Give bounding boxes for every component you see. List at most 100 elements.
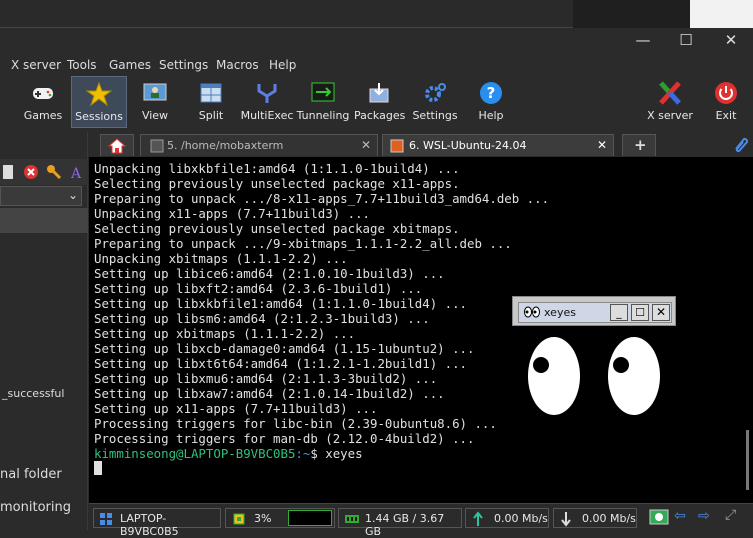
terminal-line: Setting up libxmu6:amd64 (2:1.1.3-3build…	[94, 371, 438, 386]
packages-button[interactable]: Packages	[354, 76, 406, 128]
settings-label: Settings	[412, 109, 458, 122]
power-icon	[715, 82, 737, 104]
status-download[interactable]: 0.00 Mb/s	[553, 508, 637, 528]
sessions-label: Sessions	[75, 110, 123, 123]
close-icon[interactable]: ✕	[597, 138, 607, 152]
expand-icon[interactable]: ⤢	[725, 507, 736, 523]
view-icon	[143, 83, 167, 101]
menu-settings[interactable]: Settings	[159, 58, 208, 72]
tab-wsl-ubuntu-label: 6. WSL-Ubuntu-24.04	[409, 139, 527, 152]
multiexec-icon	[257, 84, 277, 103]
delete-icon[interactable]	[23, 164, 39, 180]
chevron-down-icon: ⌄	[67, 188, 78, 202]
split-label: Split	[198, 109, 224, 122]
view-button[interactable]: View	[134, 76, 176, 128]
menu-macros[interactable]: Macros	[216, 58, 259, 72]
status-cpu[interactable]: 3%	[225, 508, 335, 528]
xeyes-close-button[interactable]: ✕	[652, 304, 670, 321]
terminal-line: Setting up libxkbfile1:amd64 (1:1.1.0-1b…	[94, 296, 467, 311]
games-button[interactable]: Games	[20, 76, 66, 128]
sidebar-item-monitoring[interactable]: monitoring	[0, 500, 71, 515]
memory-icon	[345, 515, 359, 523]
arrow-left-icon[interactable]: ⇦	[674, 508, 686, 524]
xserver-label: X server	[647, 109, 693, 122]
sessions-button[interactable]: Sessions	[71, 76, 127, 128]
download-icon	[561, 512, 571, 527]
key-icon[interactable]	[46, 164, 62, 180]
wsl-tab-icon	[390, 139, 404, 153]
tunneling-label: Tunneling	[296, 109, 350, 122]
background-window-white	[690, 0, 753, 28]
new-tab-button[interactable]: +	[622, 134, 656, 156]
terminal-line: Setting up libsm6:amd64 (2:1.2.3-1build3…	[94, 311, 430, 326]
xeyes-titlebar[interactable]: xeyes _ ☐ ✕	[512, 296, 676, 326]
xserver-button[interactable]: X server	[646, 76, 694, 128]
terminal-tab-icon	[150, 139, 164, 153]
menu-xserver[interactable]: X server	[11, 58, 61, 72]
home-icon	[108, 138, 126, 154]
xeyes-minimize-button[interactable]: _	[610, 304, 628, 321]
settings-button[interactable]: Settings	[412, 76, 458, 128]
xeyes-eyes	[521, 330, 667, 422]
tab-home[interactable]	[100, 134, 134, 156]
sidebar-item-successful[interactable]: _successful	[2, 387, 64, 400]
menu-help[interactable]: Help	[269, 58, 296, 72]
terminal-line: Setting up libxcb-damage0:amd64 (1.15-1u…	[94, 341, 475, 356]
xeyes-window[interactable]: xeyes _ ☐ ✕	[512, 296, 676, 426]
xeyes-title: xeyes	[544, 306, 576, 319]
tab-mobaxterm[interactable]: 5. /home/mobaxterm ✕	[140, 134, 378, 156]
sidebar: A ⌄ _successful nal folder monitoring	[0, 132, 88, 530]
xeyes-maximize-button[interactable]: ☐	[631, 304, 649, 321]
terminal-scrollbar[interactable]	[746, 430, 749, 490]
background-window	[0, 0, 573, 28]
split-button[interactable]: Split	[190, 76, 232, 128]
menu-tools[interactable]: Tools	[67, 58, 97, 72]
file-icon[interactable]	[2, 164, 14, 180]
minimize-button[interactable]: —	[623, 28, 663, 52]
cpu-graph	[288, 510, 332, 526]
upload-icon	[473, 511, 483, 526]
status-memory[interactable]: 1.44 GB / 3.67 GB	[338, 508, 462, 538]
arrow-right-icon[interactable]: ⇨	[698, 508, 710, 524]
exit-button[interactable]: Exit	[708, 76, 744, 128]
menu-games[interactable]: Games	[109, 58, 151, 72]
status-memory-label: 1.44 GB / 3.67 GB	[365, 512, 445, 538]
games-label: Games	[23, 109, 63, 122]
close-window-button[interactable]: ✕	[711, 28, 751, 52]
plus-icon: +	[634, 136, 647, 154]
view-label: View	[141, 109, 169, 122]
terminal-line: Selecting previously unselected package …	[94, 176, 460, 191]
maximize-button[interactable]: ☐	[666, 28, 706, 52]
sidebar-selected-row[interactable]	[0, 208, 88, 233]
terminal-line: Setting up libxaw7:amd64 (2:1.0.14-1buil…	[94, 386, 445, 401]
sidebar-dropdown[interactable]: ⌄	[0, 186, 82, 206]
terminal-line: Processing triggers for libc-bin (2.39-0…	[94, 416, 497, 431]
packages-label: Packages	[354, 109, 406, 122]
split-icon	[200, 83, 222, 103]
status-host[interactable]: LAPTOP-B9VBC0B5	[93, 508, 221, 538]
tab-mobaxterm-label: 5. /home/mobaxterm	[167, 139, 284, 152]
prompt-user: kimminseong@LAPTOP-B9VBC0B5	[94, 446, 296, 461]
help-button[interactable]: ? Help	[470, 76, 512, 128]
prompt-command: $ xeyes	[310, 446, 363, 461]
star-icon	[86, 82, 112, 106]
font-icon[interactable]: A	[70, 164, 84, 180]
terminal-line: Processing triggers for man-db (2.12.0-4…	[94, 431, 475, 446]
tunneling-button[interactable]: Tunneling	[296, 76, 350, 128]
gear-icon	[425, 83, 446, 102]
xserver-icon	[659, 81, 681, 105]
status-upload[interactable]: 0.00 Mb/s	[465, 508, 549, 528]
status-bar: LAPTOP-B9VBC0B5 3% 1.44 GB / 3.67 GB 0.0…	[89, 503, 753, 538]
multiexec-button[interactable]: MultiExec	[240, 76, 294, 128]
close-icon[interactable]: ✕	[361, 138, 371, 152]
status-host-label: LAPTOP-B9VBC0B5	[120, 512, 179, 538]
background-windows	[0, 0, 753, 28]
terminal-line: Unpacking xbitmaps (1.1.1-2.2) ...	[94, 251, 348, 266]
exit-label: Exit	[715, 109, 737, 122]
clock-icon[interactable]	[649, 508, 669, 526]
sidebar-item-folder[interactable]: nal folder	[0, 467, 62, 482]
status-upload-label: 0.00 Mb/s	[494, 512, 548, 525]
toolbar: Games Sessions View Split MultiExec Tunn…	[0, 76, 753, 132]
paperclip-icon[interactable]	[731, 135, 749, 153]
tab-wsl-ubuntu[interactable]: 6. WSL-Ubuntu-24.04 ✕	[382, 134, 614, 156]
